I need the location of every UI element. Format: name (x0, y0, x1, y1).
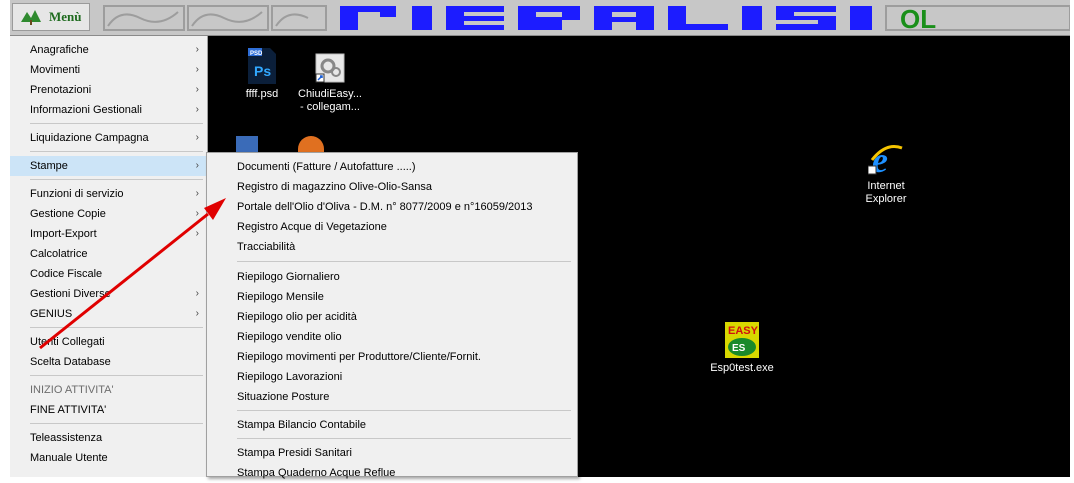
menu-label: Menù (49, 9, 82, 24)
submenu-item-registro-acque[interactable]: Registro Acque di Vegetazione (207, 217, 577, 237)
submenu-item-riepilogo-movimenti[interactable]: Riepilogo movimenti per Produttore/Clien… (207, 347, 577, 367)
svg-text:ES: ES (732, 343, 746, 354)
submenu-item-situazione-posture[interactable]: Situazione Posture (207, 387, 577, 407)
menu-item-genius[interactable]: GENIUS › (10, 304, 207, 324)
submenu-item-bilancio-contabile[interactable]: Stampa Bilancio Contabile (207, 415, 577, 435)
menu-item-fine-attivita[interactable]: FINE ATTIVITA' (10, 400, 207, 420)
menu-item-anagrafiche[interactable]: Anagrafiche › (10, 40, 207, 60)
desktop-item-label: Esp0test.exe (710, 362, 774, 374)
partial-desktop-icon (236, 136, 258, 152)
chevron-right-icon: › (195, 308, 199, 319)
submenu-item-registro-magazzino[interactable]: Registro di magazzino Olive-Olio-Sansa (207, 177, 577, 197)
menu-item-informazioni-gestionali[interactable]: Informazioni Gestionali › (10, 100, 207, 120)
desktop-item-label: Internet Explorer (865, 180, 907, 205)
menu-item-funzioni-di-servizio[interactable]: Funzioni di servizio › (10, 184, 207, 204)
menu-separator (30, 179, 203, 180)
chevron-right-icon: › (195, 104, 199, 115)
menu-item-manuale-utente[interactable]: Manuale Utente (10, 448, 207, 468)
chevron-right-icon: › (195, 64, 199, 75)
desktop-item-internet-explorer[interactable]: e Internet Explorer (846, 140, 926, 206)
menu-item-inizio-attivita[interactable]: INIZIO ATTIVITA' (10, 380, 207, 400)
chevron-right-icon: › (195, 188, 199, 199)
menu-separator (30, 375, 203, 376)
submenu-separator (237, 410, 571, 411)
chevron-right-icon: › (195, 44, 199, 55)
submenu-item-riepilogo-giornaliero[interactable]: Riepilogo Giornaliero (207, 267, 577, 287)
desktop-item-shortcut[interactable]: ChiudiEasy... - collegam... (290, 52, 370, 114)
svg-text:Ps: Ps (254, 63, 271, 79)
shortcut-icon (314, 52, 346, 84)
chevron-right-icon: › (195, 84, 199, 95)
menu-item-prenotazioni[interactable]: Prenotazioni › (10, 80, 207, 100)
desktop-item-easy-exe[interactable]: EASY ES Esp0test.exe (702, 322, 782, 375)
menu-separator (30, 327, 203, 328)
chevron-right-icon: › (195, 160, 199, 171)
menu-item-liquidazione-campagna[interactable]: Liquidazione Campagna › (10, 128, 207, 148)
desktop-item-label: ChiudiEasy... - collegam... (298, 88, 362, 113)
menu-button[interactable]: Menù (12, 3, 90, 31)
menu-item-movimenti[interactable]: Movimenti › (10, 60, 207, 80)
menu-item-utenti-collegati[interactable]: Utenti Collegati (10, 332, 207, 352)
chevron-right-icon: › (195, 288, 199, 299)
chevron-right-icon: › (195, 228, 199, 239)
psd-file-icon: PSD Ps (246, 48, 278, 84)
menu-item-calcolatrice[interactable]: Calcolatrice (10, 244, 207, 264)
submenu-item-riepilogo-vendite[interactable]: Riepilogo vendite olio (207, 327, 577, 347)
top-banner: Menù OL (10, 0, 1070, 36)
menu-item-teleassistenza[interactable]: Teleassistenza (10, 428, 207, 448)
submenu-item-presidi-sanitari[interactable]: Stampa Presidi Sanitari (207, 443, 577, 463)
svg-text:PSD: PSD (250, 51, 263, 57)
chevron-right-icon: › (195, 208, 199, 219)
submenu-item-riepilogo-acidita[interactable]: Riepilogo olio per acidità (207, 307, 577, 327)
menu-separator (30, 151, 203, 152)
menu-item-gestione-copie[interactable]: Gestione Copie › (10, 204, 207, 224)
submenu-item-tracciabilita[interactable]: Tracciabilità (207, 237, 577, 257)
submenu-item-riepilogo-mensile[interactable]: Riepilogo Mensile (207, 287, 577, 307)
banner-logo: OL (103, 4, 1070, 32)
banner-suffix-text: OL (900, 4, 936, 32)
partial-firefox-icon (298, 136, 324, 152)
chevron-right-icon: › (195, 132, 199, 143)
submenu-item-portale-olio[interactable]: Portale dell'Olio d'Oliva - D.M. n° 8077… (207, 197, 577, 217)
menu-item-import-export[interactable]: Import-Export › (10, 224, 207, 244)
menu-separator (30, 423, 203, 424)
menu-item-gestioni-diverse[interactable]: Gestioni Diverse › (10, 284, 207, 304)
menu-separator (30, 123, 203, 124)
menu-item-stampe[interactable]: Stampe › (10, 156, 207, 176)
submenu-item-quaderno-acque[interactable]: Stampa Quaderno Acque Reflue (207, 463, 577, 483)
submenu-separator (237, 261, 571, 262)
main-menu: Anagrafiche › Movimenti › Prenotazioni › In… (10, 36, 208, 477)
svg-text:EASY: EASY (728, 325, 759, 337)
tree-icon (19, 8, 43, 26)
menu-item-scelta-database[interactable]: Scelta Database (10, 352, 207, 372)
easy-exe-icon: EASY ES (725, 322, 759, 358)
submenu-item-riepilogo-lavorazioni[interactable]: Riepilogo Lavorazioni (207, 367, 577, 387)
submenu-item-documenti[interactable]: Documenti (Fatture / Autofatture .....) (207, 157, 577, 177)
submenu-separator (237, 438, 571, 439)
menu-item-codice-fiscale[interactable]: Codice Fiscale (10, 264, 207, 284)
internet-explorer-icon: e (867, 140, 904, 180)
stampe-submenu: Documenti (Fatture / Autofatture .....) … (206, 152, 578, 479)
